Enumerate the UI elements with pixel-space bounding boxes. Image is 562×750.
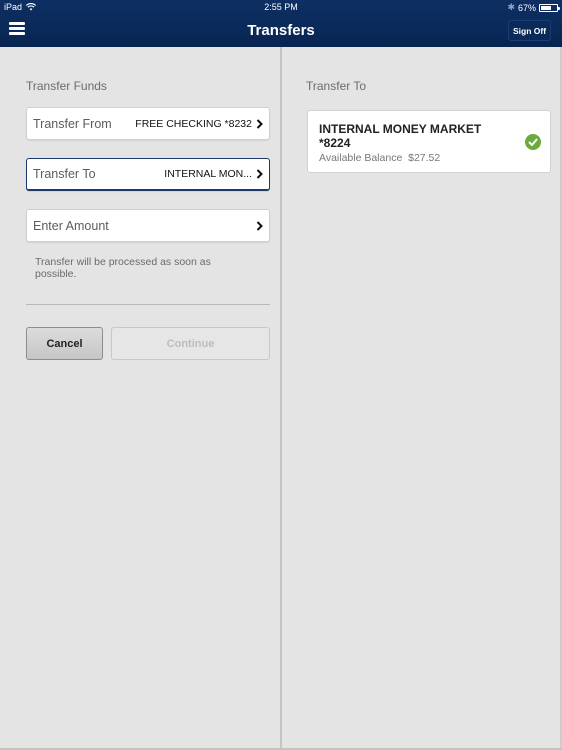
chevron-right-icon: [256, 118, 263, 129]
checkmark-circle-icon: [525, 134, 541, 150]
account-card[interactable]: INTERNAL MONEY MARKET *8224 Available Ba…: [307, 110, 551, 173]
bluetooth-icon: ✱: [507, 2, 515, 12]
cancel-button[interactable]: Cancel: [26, 327, 103, 360]
transfer-to-row[interactable]: Transfer To INTERNAL MON...: [26, 158, 270, 191]
continue-button[interactable]: Continue: [111, 327, 270, 360]
section-label-transfer-funds: Transfer Funds: [26, 79, 107, 93]
enter-amount-row[interactable]: Enter Amount: [26, 209, 270, 242]
transfer-from-value: FREE CHECKING *8232: [135, 117, 252, 130]
chevron-right-icon: [256, 220, 263, 231]
battery-icon: [539, 3, 560, 12]
processing-note: Transfer will be processed as soon as po…: [35, 256, 211, 280]
top-bar: iPad 2:55 PM ✱ 67% Transfers Sign Off: [0, 0, 562, 47]
battery-percent: 67%: [517, 2, 536, 13]
transfer-from-row[interactable]: Transfer From FREE CHECKING *8232: [26, 107, 270, 140]
account-balance: Available Balance $27.52: [319, 152, 441, 164]
transfer-to-value: INTERNAL MON...: [164, 168, 252, 180]
account-name: INTERNAL MONEY MARKET *8224: [319, 122, 482, 150]
chevron-right-icon: [256, 169, 263, 179]
divider: [26, 304, 270, 305]
transfer-to-label: Transfer To: [33, 167, 96, 181]
status-bar: iPad 2:55 PM ✱ 67%: [0, 0, 562, 15]
page-title: Transfers: [247, 22, 315, 39]
status-time: 2:55 PM: [264, 2, 298, 12]
transfer-form-pane: Transfer Funds Transfer From FREE CHECKI…: [0, 47, 280, 750]
transfer-to-pane: Transfer To INTERNAL MONEY MARKET *8224 …: [282, 47, 562, 750]
enter-amount-label: Enter Amount: [33, 218, 109, 233]
section-label-transfer-to: Transfer To: [306, 79, 367, 93]
sign-off-button[interactable]: Sign Off: [508, 20, 551, 41]
transfer-from-label: Transfer From: [33, 116, 112, 131]
